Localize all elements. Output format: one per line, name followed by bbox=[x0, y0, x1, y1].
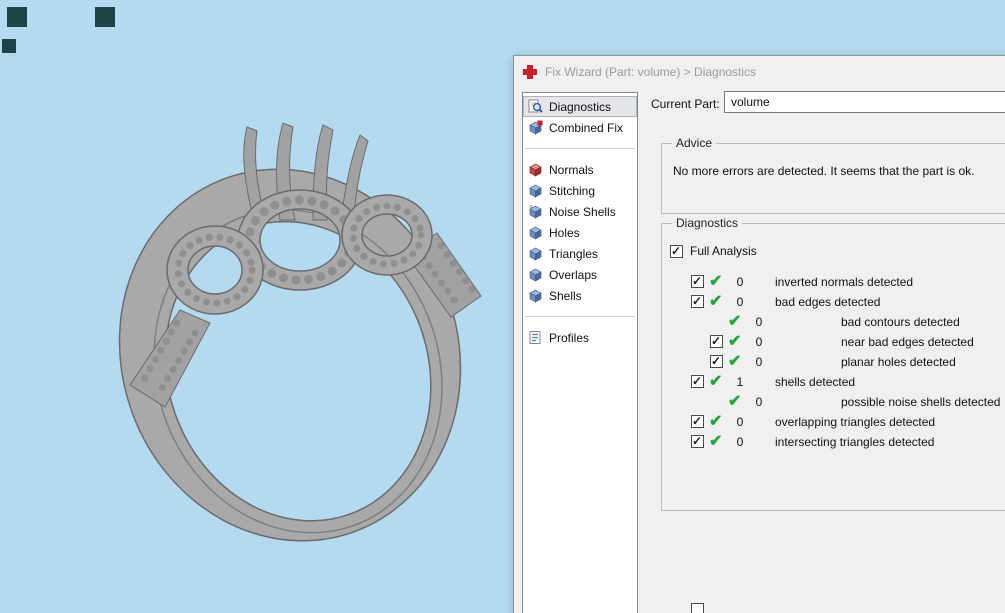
cube-icon bbox=[529, 226, 542, 240]
row-label: bad edges detected bbox=[775, 295, 881, 309]
diagnostic-row-planar-holes: 0 planar holes detected bbox=[662, 352, 1005, 372]
nav-item-label: Overlaps bbox=[549, 267, 598, 282]
cube-icon bbox=[529, 289, 542, 303]
nav-item-label: Stitching bbox=[549, 183, 596, 198]
nav-item-label: Profiles bbox=[549, 330, 590, 345]
nav-item-diagnostics[interactable]: Diagnostics bbox=[523, 96, 637, 117]
dialog-titlebar[interactable]: Fix Wizard (Part: volume) > Diagnostics bbox=[514, 56, 1005, 88]
cube-icon bbox=[529, 120, 543, 135]
advice-text: No more errors are detected. It seems th… bbox=[673, 164, 975, 178]
profiles-page-icon bbox=[529, 331, 541, 344]
cube-icon bbox=[529, 205, 542, 219]
row-count: 0 bbox=[736, 275, 744, 289]
nav-item-shells[interactable]: Shells bbox=[523, 285, 637, 306]
ring-3d-model[interactable] bbox=[55, 85, 525, 555]
cube-icon bbox=[529, 184, 542, 198]
row-count: 0 bbox=[736, 415, 744, 429]
magnifier-page-icon bbox=[528, 99, 543, 113]
fix-wizard-nav-list: Diagnostics Combined Fix Normals Stitchi… bbox=[522, 92, 638, 613]
advice-groupbox: Advice No more errors are detected. It s… bbox=[661, 136, 1005, 214]
row-label: planar holes detected bbox=[841, 355, 956, 369]
advice-group-title: Advice bbox=[672, 136, 717, 150]
row-count: 0 bbox=[736, 295, 744, 309]
nav-item-label: Combined Fix bbox=[549, 120, 624, 135]
cube-icon bbox=[529, 268, 542, 282]
green-check-icon bbox=[728, 313, 741, 331]
row-label: bad contours detected bbox=[841, 315, 960, 329]
nav-item-profiles[interactable]: Profiles bbox=[523, 327, 637, 348]
row-count: 1 bbox=[736, 375, 744, 389]
bottom-cutoff-checkbox[interactable] bbox=[691, 603, 704, 613]
green-check-icon bbox=[709, 433, 722, 451]
diagnostic-row-inverted-normals: 0 inverted normals detected bbox=[662, 272, 1005, 292]
toolbar-icon-fragment[interactable] bbox=[2, 39, 16, 53]
green-check-icon bbox=[728, 353, 741, 371]
green-check-icon bbox=[728, 333, 741, 351]
diagnostic-row-intersecting-triangles: 0 intersecting triangles detected bbox=[662, 432, 1005, 452]
nav-divider bbox=[525, 316, 635, 317]
nav-item-stitching[interactable]: Stitching bbox=[523, 180, 637, 201]
row-checkbox[interactable] bbox=[710, 334, 723, 348]
diagnostic-row-bad-contours: 0 bad contours detected bbox=[662, 312, 1005, 332]
row-count: 0 bbox=[755, 395, 763, 409]
row-count: 0 bbox=[736, 435, 744, 449]
nav-divider bbox=[525, 148, 635, 149]
nav-item-noise-shells[interactable]: Noise Shells bbox=[523, 201, 637, 222]
row-label: inverted normals detected bbox=[775, 275, 914, 289]
dialog-title: Fix Wizard (Part: volume) > Diagnostics bbox=[545, 65, 757, 79]
current-part-input[interactable] bbox=[724, 91, 1005, 113]
green-check-icon bbox=[709, 373, 722, 391]
red-cross-logo-icon bbox=[523, 65, 537, 79]
row-checkbox[interactable] bbox=[691, 374, 704, 388]
diagnostic-row-bad-edges: 0 bad edges detected bbox=[662, 292, 1005, 312]
nav-item-label: Normals bbox=[549, 162, 594, 177]
full-analysis-label: Full Analysis bbox=[690, 244, 757, 258]
diagnostic-row-possible-noise-shells: 0 possible noise shells detected bbox=[662, 392, 1005, 412]
green-check-icon bbox=[728, 393, 741, 411]
row-checkbox[interactable] bbox=[691, 414, 704, 428]
nav-item-label: Diagnostics bbox=[549, 99, 612, 114]
nav-item-combined-fix[interactable]: Combined Fix bbox=[523, 117, 637, 138]
diagnostic-row-shells: 1 shells detected bbox=[662, 372, 1005, 392]
nav-item-normals[interactable]: Normals bbox=[523, 159, 637, 180]
row-count: 0 bbox=[755, 335, 763, 349]
diagnostics-rows: 0 inverted normals detected 0 bad edges … bbox=[662, 272, 1005, 452]
full-analysis-checkbox[interactable] bbox=[670, 244, 683, 258]
nav-item-label: Shells bbox=[549, 288, 582, 303]
green-check-icon bbox=[709, 413, 722, 431]
diagnostics-group-title: Diagnostics bbox=[672, 216, 743, 230]
row-count: 0 bbox=[755, 355, 763, 369]
nav-item-label: Holes bbox=[549, 225, 580, 240]
row-label: shells detected bbox=[775, 375, 856, 389]
diagnostic-row-near-bad-edges: 0 near bad edges detected bbox=[662, 332, 1005, 352]
row-checkbox[interactable] bbox=[691, 274, 704, 288]
row-label: possible noise shells detected bbox=[841, 395, 1001, 409]
row-label: intersecting triangles detected bbox=[775, 435, 935, 449]
row-label: near bad edges detected bbox=[841, 335, 974, 349]
green-check-icon bbox=[709, 293, 722, 311]
diagnostic-row-overlapping-triangles: 0 overlapping triangles detected bbox=[662, 412, 1005, 432]
green-check-icon bbox=[709, 273, 722, 291]
diagnostics-groupbox: Diagnostics Full Analysis 0 inverted nor… bbox=[661, 216, 1005, 511]
toolbar-icon-fragment[interactable] bbox=[7, 7, 27, 27]
red-cube-icon bbox=[529, 163, 542, 177]
nav-item-label: Triangles bbox=[549, 246, 598, 261]
fix-wizard-dialog: Fix Wizard (Part: volume) > Diagnostics … bbox=[513, 55, 1005, 613]
current-part-label: Current Part: bbox=[651, 97, 720, 111]
row-checkbox[interactable] bbox=[691, 434, 704, 448]
nav-item-overlaps[interactable]: Overlaps bbox=[523, 264, 637, 285]
nav-item-label: Noise Shells bbox=[549, 204, 616, 219]
nav-item-holes[interactable]: Holes bbox=[523, 222, 637, 243]
toolbar-icon-fragment[interactable] bbox=[95, 7, 115, 27]
application-screen: Fix Wizard (Part: volume) > Diagnostics … bbox=[0, 0, 1005, 613]
row-checkbox[interactable] bbox=[710, 354, 723, 368]
row-checkbox[interactable] bbox=[691, 294, 704, 308]
cube-icon bbox=[529, 247, 542, 261]
row-count: 0 bbox=[755, 315, 763, 329]
row-label: overlapping triangles detected bbox=[775, 415, 936, 429]
nav-item-triangles[interactable]: Triangles bbox=[523, 243, 637, 264]
